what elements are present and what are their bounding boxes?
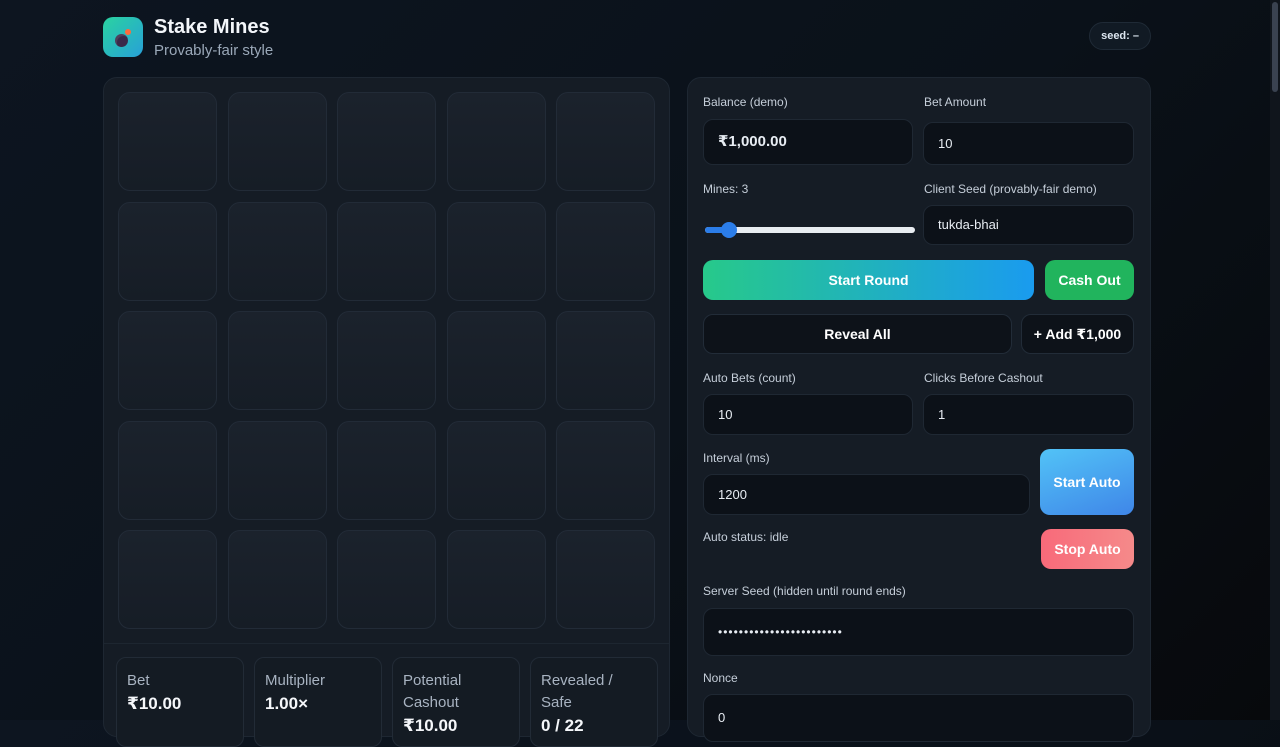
stat-bet: Bet ₹10.00 <box>116 657 244 747</box>
stat-bet-label: Bet <box>127 672 150 689</box>
stat-potential-label: Potential Cashout <box>403 672 462 711</box>
balance-field: ₹1,000.00 <box>703 119 913 165</box>
mines-label: Mines: 3 <box>703 182 749 196</box>
mine-tile[interactable] <box>556 311 655 410</box>
bet-amount-input[interactable]: 10 <box>923 122 1134 165</box>
nonce-label: Nonce <box>703 671 738 685</box>
app-header: Stake Mines Provably-fair style seed: – <box>103 14 1151 62</box>
app-subtitle: Provably-fair style <box>154 42 274 59</box>
client-seed-label: Client Seed (provably-fair demo) <box>924 182 1097 196</box>
mine-tile[interactable] <box>118 530 217 629</box>
mine-tile[interactable] <box>446 92 546 191</box>
balance-label: Balance (demo) <box>703 95 788 109</box>
mine-tile[interactable] <box>227 92 327 191</box>
auto-bets-input[interactable]: 10 <box>703 394 913 435</box>
board-divider <box>104 643 669 644</box>
page-scrollbar[interactable] <box>1270 0 1280 720</box>
scrollbar-thumb[interactable] <box>1272 2 1278 92</box>
mine-tile[interactable] <box>337 530 436 629</box>
stat-revealed-value: 0 / 22 <box>541 716 584 735</box>
mine-tile[interactable] <box>227 311 327 410</box>
reveal-all-button[interactable]: Reveal All <box>703 314 1012 354</box>
stat-potential-cashout: Potential Cashout ₹10.00 <box>392 657 520 747</box>
mine-tile[interactable] <box>556 420 655 520</box>
stat-multiplier-value: 1.00× <box>265 694 309 713</box>
stat-bet-value: ₹10.00 <box>127 694 182 713</box>
mine-tile[interactable] <box>337 201 436 301</box>
bomb-body <box>115 34 128 47</box>
mine-tile[interactable] <box>556 92 655 191</box>
mine-tile[interactable] <box>118 92 217 191</box>
start-auto-button[interactable]: Start Auto <box>1040 449 1134 515</box>
stat-multiplier-label: Multiplier <box>265 672 326 689</box>
server-seed-field: •••••••••••••••••••••••• <box>703 608 1134 656</box>
server-seed-label: Server Seed (hidden until round ends) <box>703 584 906 598</box>
add-funds-button[interactable]: + Add ₹1,000 <box>1021 314 1134 354</box>
interval-input[interactable]: 1200 <box>703 474 1030 515</box>
mine-tile[interactable] <box>446 420 546 520</box>
mine-tile[interactable] <box>446 201 546 301</box>
mine-tile[interactable] <box>556 201 655 301</box>
mine-tile[interactable] <box>118 311 217 410</box>
stat-potential-value: ₹10.00 <box>403 716 458 735</box>
start-round-button[interactable]: Start Round <box>703 260 1034 300</box>
mine-tile[interactable] <box>337 420 436 520</box>
client-seed-input[interactable]: tukda-bhai <box>923 205 1134 245</box>
mines-slider-thumb[interactable] <box>721 222 737 238</box>
mine-tile[interactable] <box>118 420 217 520</box>
mine-tile[interactable] <box>227 530 327 629</box>
nonce-field: 0 <box>703 694 1134 742</box>
mine-tile[interactable] <box>227 201 327 301</box>
auto-status-text: Auto status: idle <box>703 530 789 544</box>
mine-tile[interactable] <box>337 311 436 410</box>
auto-bets-label: Auto Bets (count) <box>703 371 796 385</box>
bet-amount-label: Bet Amount <box>924 95 987 109</box>
mine-tile[interactable] <box>337 92 436 191</box>
stat-revealed-safe: Revealed / Safe 0 / 22 <box>530 657 658 747</box>
clicks-before-cashout-input[interactable]: 1 <box>923 394 1134 435</box>
mine-tile[interactable] <box>556 530 655 629</box>
stop-auto-button[interactable]: Stop Auto <box>1041 529 1134 569</box>
interval-label: Interval (ms) <box>703 451 770 465</box>
cash-out-button[interactable]: Cash Out <box>1045 260 1134 300</box>
seed-badge: seed: – <box>1089 22 1151 50</box>
stat-revealed-label: Revealed / Safe <box>541 672 613 711</box>
stat-multiplier: Multiplier 1.00× <box>254 657 382 747</box>
mines-board-panel: Bet ₹10.00 Multiplier 1.00× Potential Ca… <box>103 77 670 747</box>
bomb-logo-icon <box>103 17 143 57</box>
app-title: Stake Mines <box>154 16 270 38</box>
clicks-before-cashout-label: Clicks Before Cashout <box>924 371 1043 385</box>
mine-tile[interactable] <box>118 201 217 301</box>
mine-tile[interactable] <box>446 311 546 410</box>
bomb-fuse-spark <box>125 29 131 35</box>
mine-tile[interactable] <box>446 530 546 629</box>
mine-tile[interactable] <box>227 420 327 520</box>
